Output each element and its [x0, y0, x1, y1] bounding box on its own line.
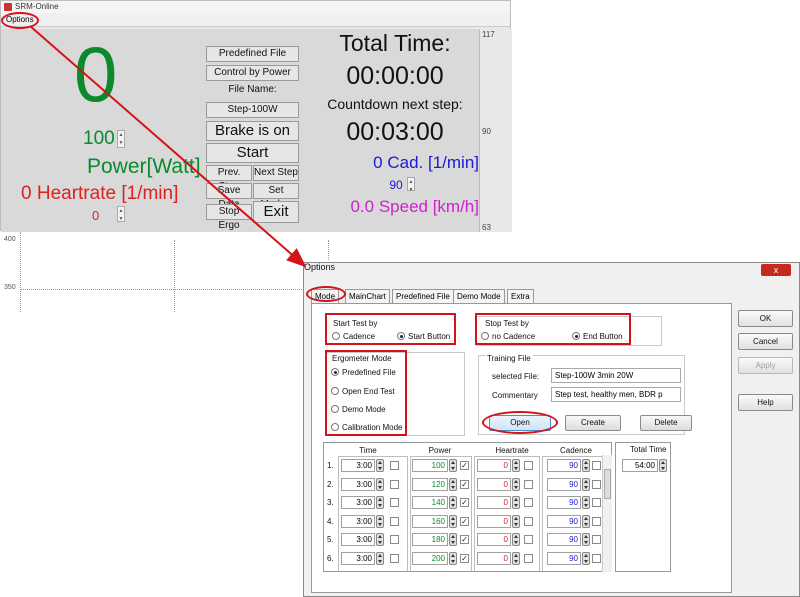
arrow-line	[29, 25, 307, 268]
annotation-arrow	[29, 25, 307, 268]
